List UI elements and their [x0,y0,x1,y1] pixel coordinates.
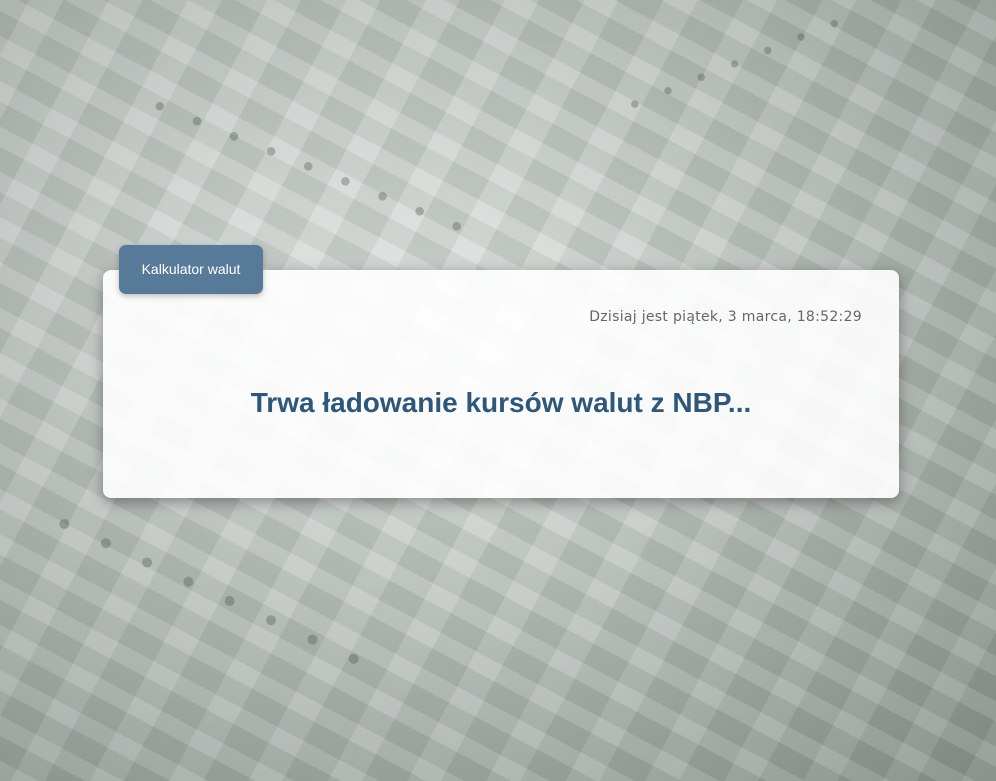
tab-kalkulator-walut[interactable]: Kalkulator walut [119,245,263,294]
current-date-time: Dzisiaj jest piątek, 3 marca, 18:52:29 [589,309,862,325]
main-card: Dzisiaj jest piątek, 3 marca, 18:52:29 T… [103,270,899,498]
loading-message: Trwa ładowanie kursów walut z NBP... [250,387,752,418]
